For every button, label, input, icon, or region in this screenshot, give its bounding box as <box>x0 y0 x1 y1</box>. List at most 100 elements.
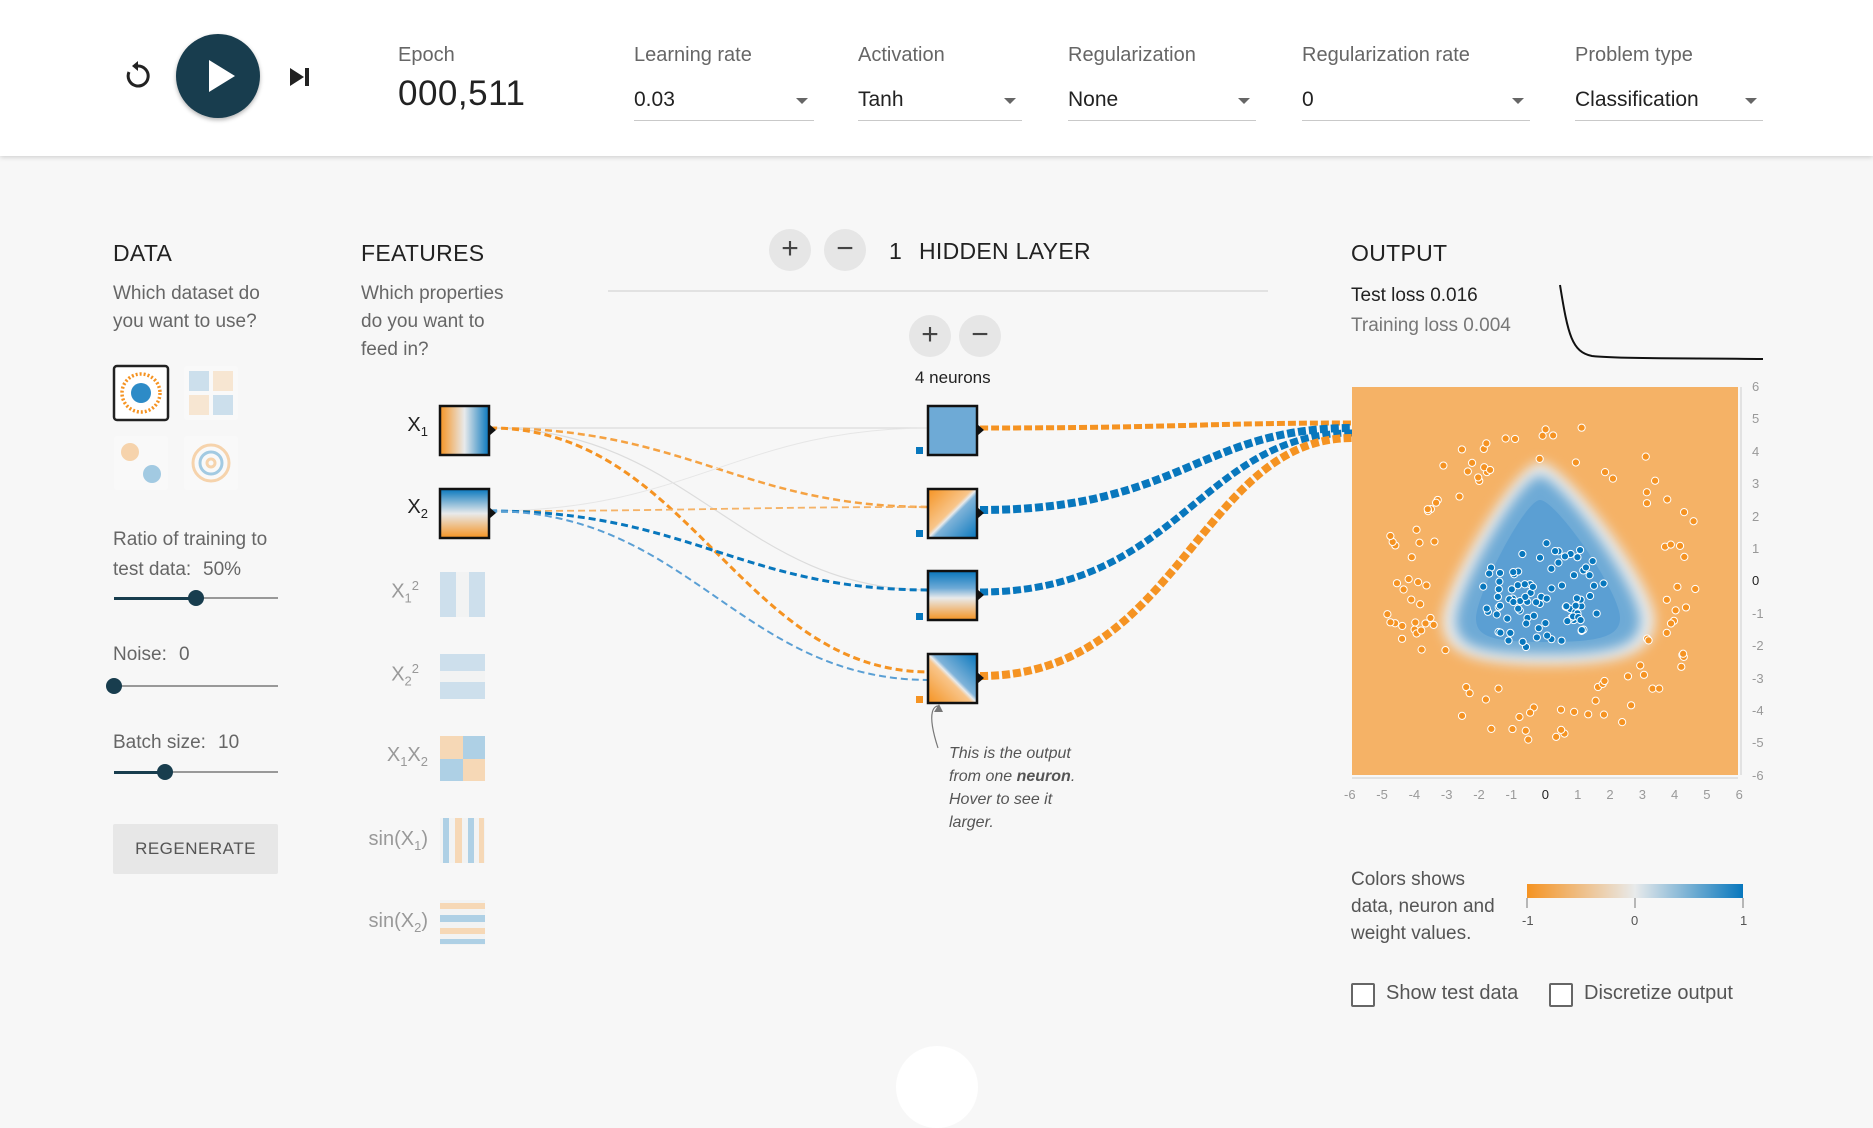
link-x2-n3[interactable] <box>489 509 931 592</box>
data-point <box>1599 710 1609 719</box>
data-point <box>1520 580 1529 589</box>
data-point <box>1439 461 1448 470</box>
data-point <box>1496 628 1505 637</box>
x-tick-label: 4 <box>1671 787 1679 802</box>
data-point <box>1642 488 1651 497</box>
y-tick-label: 5 <box>1752 411 1760 427</box>
data-point <box>1495 577 1504 586</box>
x-tick-label: -6 <box>1344 787 1356 802</box>
data-point <box>1510 434 1520 444</box>
scroll-down-button[interactable] <box>896 1046 978 1128</box>
data-point <box>1571 458 1580 467</box>
data-point <box>1547 564 1556 573</box>
data-point <box>1407 595 1416 604</box>
feature-x1x2[interactable] <box>440 736 485 781</box>
data-point <box>1641 452 1650 461</box>
data-point <box>1600 468 1610 477</box>
x-tick-label: -1 <box>1505 787 1518 802</box>
remove-neuron-button[interactable]: − <box>959 315 1001 357</box>
data-point <box>1541 425 1550 434</box>
data-point <box>1521 592 1530 602</box>
feature-x2[interactable] <box>438 487 496 540</box>
data-point <box>1648 684 1657 693</box>
data-point <box>1585 591 1595 601</box>
data-point <box>1441 646 1450 655</box>
output-links <box>979 420 1353 680</box>
callout-arrow <box>931 705 939 749</box>
y-tick-label: -5 <box>1752 735 1764 751</box>
add-layer-button[interactable]: + <box>769 229 811 271</box>
data-point <box>1514 604 1523 613</box>
x-tick-label: -4 <box>1408 787 1421 802</box>
feature-x1[interactable] <box>438 404 496 457</box>
data-point <box>1639 670 1649 679</box>
link-x2-n4[interactable] <box>489 510 931 681</box>
data-point <box>1547 584 1556 593</box>
feature-sin-x1[interactable] <box>440 818 485 863</box>
data-point <box>1663 495 1672 504</box>
data-point <box>1522 619 1531 628</box>
data-point <box>1600 676 1609 686</box>
data-point <box>1569 571 1579 580</box>
data-point <box>1557 725 1566 734</box>
x-tick-label: -3 <box>1440 787 1453 802</box>
data-point <box>1570 707 1579 716</box>
link-x1-n2[interactable] <box>489 426 931 509</box>
data-point <box>1495 568 1505 578</box>
link-n1-out[interactable] <box>979 420 1353 431</box>
feature-x1-squared[interactable] <box>440 572 485 617</box>
feature-sin-x2[interactable] <box>440 900 485 945</box>
discretize-output-checkbox[interactable] <box>1549 983 1573 1007</box>
data-point <box>1495 601 1505 610</box>
neuron-1[interactable] <box>916 404 984 457</box>
legend-max: 1 <box>1740 913 1748 928</box>
data-point <box>1386 618 1395 627</box>
data-point <box>1679 649 1688 658</box>
data-point <box>1666 540 1675 549</box>
data-point <box>1557 636 1566 645</box>
link-x1-n3[interactable] <box>489 427 931 591</box>
neuron-4[interactable] <box>916 652 984 705</box>
data-point <box>1518 637 1527 646</box>
data-point <box>1608 474 1618 483</box>
data-point <box>1572 594 1581 603</box>
data-point <box>1392 579 1402 588</box>
training-loss: Training loss 0.004 <box>1351 315 1511 336</box>
data-point <box>1515 712 1524 722</box>
data-point <box>1465 689 1474 698</box>
data-point <box>1535 553 1545 562</box>
y-tick-label: -6 <box>1752 767 1764 783</box>
data-point <box>1404 574 1413 584</box>
data-point <box>1457 711 1467 720</box>
data-point <box>1415 538 1424 547</box>
data-point <box>1383 610 1392 619</box>
data-point <box>1551 547 1560 556</box>
data-point <box>1524 735 1533 744</box>
remove-layer-button[interactable]: − <box>824 229 866 271</box>
data-point <box>1552 732 1561 741</box>
data-point <box>1521 726 1530 735</box>
data-point <box>1534 624 1543 633</box>
data-point <box>1623 672 1633 681</box>
data-point <box>1618 718 1627 727</box>
link-x2-n1[interactable] <box>489 427 931 512</box>
data-point <box>1485 465 1495 475</box>
data-point <box>1417 645 1426 654</box>
x-tick-label: 3 <box>1638 787 1646 802</box>
data-point <box>1513 581 1522 590</box>
feature-x2-squared[interactable] <box>440 654 485 699</box>
data-point <box>1501 434 1510 443</box>
data-point <box>1575 545 1585 555</box>
show-test-data-checkbox[interactable] <box>1351 983 1375 1007</box>
x-tick-label: 1 <box>1574 787 1582 802</box>
data-point <box>1457 445 1466 454</box>
link-n3-out[interactable] <box>979 429 1353 596</box>
data-point <box>1542 539 1551 548</box>
data-point <box>1474 473 1483 482</box>
data-point <box>1681 603 1691 612</box>
neuron-3[interactable] <box>916 569 984 622</box>
add-neuron-button[interactable]: + <box>909 315 951 357</box>
neuron-2[interactable] <box>916 487 984 540</box>
y-tick-label: 0 <box>1752 573 1760 589</box>
y-tick-label: 2 <box>1752 508 1760 524</box>
